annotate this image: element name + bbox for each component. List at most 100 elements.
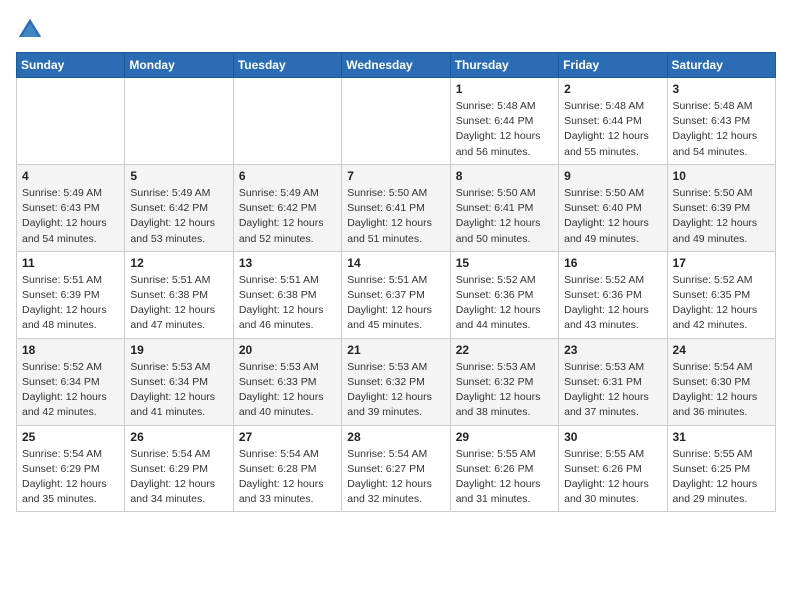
weekday-header-row: SundayMondayTuesdayWednesdayThursdayFrid…: [17, 53, 776, 78]
day-info: Sunrise: 5:54 AM Sunset: 6:28 PM Dayligh…: [239, 447, 336, 508]
calendar-table: SundayMondayTuesdayWednesdayThursdayFrid…: [16, 52, 776, 512]
calendar-cell: 18Sunrise: 5:52 AM Sunset: 6:34 PM Dayli…: [17, 338, 125, 425]
day-number: 31: [673, 430, 770, 444]
weekday-header-friday: Friday: [559, 53, 667, 78]
logo: [16, 16, 48, 44]
calendar-week-row: 4 Sunrise: 5:49 AM Sunset: 6:43 PM Daylig…: [17, 164, 776, 251]
day-number: 22: [456, 343, 553, 357]
calendar-cell: 30 Sunrise: 5:55 AM Sunset: 6:26 PM Dayli…: [559, 425, 667, 512]
day-info: Sunrise: 5:53 AM Sunset: 6:32 PM Dayligh…: [456, 360, 553, 421]
day-number: 13: [239, 256, 336, 270]
day-number: 17: [673, 256, 770, 270]
day-info: Sunrise: 5:52 AM Sunset: 6:35 PM Dayligh…: [673, 273, 770, 334]
calendar-cell: 1 Sunrise: 5:48 AM Sunset: 6:44 PM Daylig…: [450, 78, 558, 165]
day-info: Sunrise: 5:50 AM Sunset: 6:40 PM Dayligh…: [564, 186, 661, 247]
weekday-header-tuesday: Tuesday: [233, 53, 341, 78]
calendar-cell: 13 Sunrise: 5:51 AM Sunset: 6:38 PM Dayli…: [233, 251, 341, 338]
day-number: 26: [130, 430, 227, 444]
calendar-cell: 27Sunrise: 5:54 AM Sunset: 6:28 PM Dayli…: [233, 425, 341, 512]
day-info: Sunrise: 5:50 AM Sunset: 6:41 PM Dayligh…: [456, 186, 553, 247]
day-info: Sunrise: 5:51 AM Sunset: 6:37 PM Dayligh…: [347, 273, 444, 334]
day-info: Sunrise: 5:51 AM Sunset: 6:38 PM Dayligh…: [239, 273, 336, 334]
day-number: 16: [564, 256, 661, 270]
calendar-header: SundayMondayTuesdayWednesdayThursdayFrid…: [17, 53, 776, 78]
calendar-body: 1 Sunrise: 5:48 AM Sunset: 6:44 PM Daylig…: [17, 78, 776, 512]
day-info: Sunrise: 5:55 AM Sunset: 6:26 PM Dayligh…: [564, 447, 661, 508]
day-info: Sunrise: 5:48 AM Sunset: 6:44 PM Dayligh…: [456, 99, 553, 160]
day-info: Sunrise: 5:54 AM Sunset: 6:29 PM Dayligh…: [130, 447, 227, 508]
day-number: 12: [130, 256, 227, 270]
day-info: Sunrise: 5:49 AM Sunset: 6:42 PM Dayligh…: [239, 186, 336, 247]
day-info: Sunrise: 5:51 AM Sunset: 6:38 PM Dayligh…: [130, 273, 227, 334]
calendar-cell: 23 Sunrise: 5:53 AM Sunset: 6:31 PM Dayli…: [559, 338, 667, 425]
calendar-cell: 24 Sunrise: 5:54 AM Sunset: 6:30 PM Dayli…: [667, 338, 775, 425]
day-info: Sunrise: 5:53 AM Sunset: 6:31 PM Dayligh…: [564, 360, 661, 421]
day-number: 30: [564, 430, 661, 444]
calendar-cell: 8 Sunrise: 5:50 AM Sunset: 6:41 PM Daylig…: [450, 164, 558, 251]
day-number: 15: [456, 256, 553, 270]
day-number: 25: [22, 430, 119, 444]
day-info: Sunrise: 5:55 AM Sunset: 6:26 PM Dayligh…: [456, 447, 553, 508]
calendar-cell: 22 Sunrise: 5:53 AM Sunset: 6:32 PM Dayli…: [450, 338, 558, 425]
day-number: 19: [130, 343, 227, 357]
day-number: 28: [347, 430, 444, 444]
day-number: 29: [456, 430, 553, 444]
calendar-cell: 16 Sunrise: 5:52 AM Sunset: 6:36 PM Dayli…: [559, 251, 667, 338]
calendar-cell: 7Sunrise: 5:50 AM Sunset: 6:41 PM Daylig…: [342, 164, 450, 251]
day-info: Sunrise: 5:52 AM Sunset: 6:36 PM Dayligh…: [564, 273, 661, 334]
day-number: 24: [673, 343, 770, 357]
calendar-cell: 10 Sunrise: 5:50 AM Sunset: 6:39 PM Dayli…: [667, 164, 775, 251]
day-info: Sunrise: 5:52 AM Sunset: 6:34 PM Dayligh…: [22, 360, 119, 421]
calendar-cell: 26 Sunrise: 5:54 AM Sunset: 6:29 PM Dayli…: [125, 425, 233, 512]
weekday-header-monday: Monday: [125, 53, 233, 78]
calendar-cell: 29 Sunrise: 5:55 AM Sunset: 6:26 PM Dayli…: [450, 425, 558, 512]
weekday-header-wednesday: Wednesday: [342, 53, 450, 78]
day-number: 23: [564, 343, 661, 357]
calendar-week-row: 1 Sunrise: 5:48 AM Sunset: 6:44 PM Daylig…: [17, 78, 776, 165]
day-info: Sunrise: 5:55 AM Sunset: 6:25 PM Dayligh…: [673, 447, 770, 508]
day-info: Sunrise: 5:53 AM Sunset: 6:34 PM Dayligh…: [130, 360, 227, 421]
day-number: 20: [239, 343, 336, 357]
day-number: 6: [239, 169, 336, 183]
calendar-cell: 25Sunrise: 5:54 AM Sunset: 6:29 PM Dayli…: [17, 425, 125, 512]
calendar-cell: [342, 78, 450, 165]
weekday-header-sunday: Sunday: [17, 53, 125, 78]
calendar-cell: 17 Sunrise: 5:52 AM Sunset: 6:35 PM Dayli…: [667, 251, 775, 338]
calendar-cell: 15 Sunrise: 5:52 AM Sunset: 6:36 PM Dayli…: [450, 251, 558, 338]
calendar-week-row: 11Sunrise: 5:51 AM Sunset: 6:39 PM Dayli…: [17, 251, 776, 338]
day-info: Sunrise: 5:54 AM Sunset: 6:27 PM Dayligh…: [347, 447, 444, 508]
day-info: Sunrise: 5:49 AM Sunset: 6:43 PM Dayligh…: [22, 186, 119, 247]
day-number: 1: [456, 82, 553, 96]
logo-icon: [16, 16, 44, 44]
day-info: Sunrise: 5:53 AM Sunset: 6:32 PM Dayligh…: [347, 360, 444, 421]
weekday-header-saturday: Saturday: [667, 53, 775, 78]
calendar-cell: 19 Sunrise: 5:53 AM Sunset: 6:34 PM Dayli…: [125, 338, 233, 425]
day-info: Sunrise: 5:50 AM Sunset: 6:39 PM Dayligh…: [673, 186, 770, 247]
calendar-cell: 31 Sunrise: 5:55 AM Sunset: 6:25 PM Dayli…: [667, 425, 775, 512]
calendar-cell: 28 Sunrise: 5:54 AM Sunset: 6:27 PM Dayli…: [342, 425, 450, 512]
day-number: 9: [564, 169, 661, 183]
day-number: 21: [347, 343, 444, 357]
day-number: 10: [673, 169, 770, 183]
day-info: Sunrise: 5:51 AM Sunset: 6:39 PM Dayligh…: [22, 273, 119, 334]
day-number: 4: [22, 169, 119, 183]
day-info: Sunrise: 5:54 AM Sunset: 6:30 PM Dayligh…: [673, 360, 770, 421]
day-info: Sunrise: 5:48 AM Sunset: 6:44 PM Dayligh…: [564, 99, 661, 160]
day-info: Sunrise: 5:48 AM Sunset: 6:43 PM Dayligh…: [673, 99, 770, 160]
page-header: [16, 16, 776, 44]
calendar-week-row: 25 Sunrise: 5:54 AM Sunset: 6:29 PM Dayli…: [17, 425, 776, 512]
day-number: 14: [347, 256, 444, 270]
calendar-cell: 12 Sunrise: 5:51 AM Sunset: 6:38 PM Dayli…: [125, 251, 233, 338]
calendar-cell: [17, 78, 125, 165]
day-number: 8: [456, 169, 553, 183]
day-info: Sunrise: 5:49 AM Sunset: 6:42 PM Dayligh…: [130, 186, 227, 247]
calendar-cell: 5 Sunrise: 5:49 AM Sunset: 6:42 PM Daylig…: [125, 164, 233, 251]
calendar-week-row: 18Sunrise: 5:52 AM Sunset: 6:34 PM Dayli…: [17, 338, 776, 425]
calendar-cell: 14 Sunrise: 5:51 AM Sunset: 6:37 PM Dayli…: [342, 251, 450, 338]
day-info: Sunrise: 5:50 AM Sunset: 6:41 PM Dayligh…: [347, 186, 444, 247]
calendar-cell: 20 Sunrise: 5:53 AM Sunset: 6:33 PM Dayli…: [233, 338, 341, 425]
day-number: 5: [130, 169, 227, 183]
day-info: Sunrise: 5:53 AM Sunset: 6:33 PM Dayligh…: [239, 360, 336, 421]
weekday-header-thursday: Thursday: [450, 53, 558, 78]
day-info: Sunrise: 5:52 AM Sunset: 6:36 PM Dayligh…: [456, 273, 553, 334]
